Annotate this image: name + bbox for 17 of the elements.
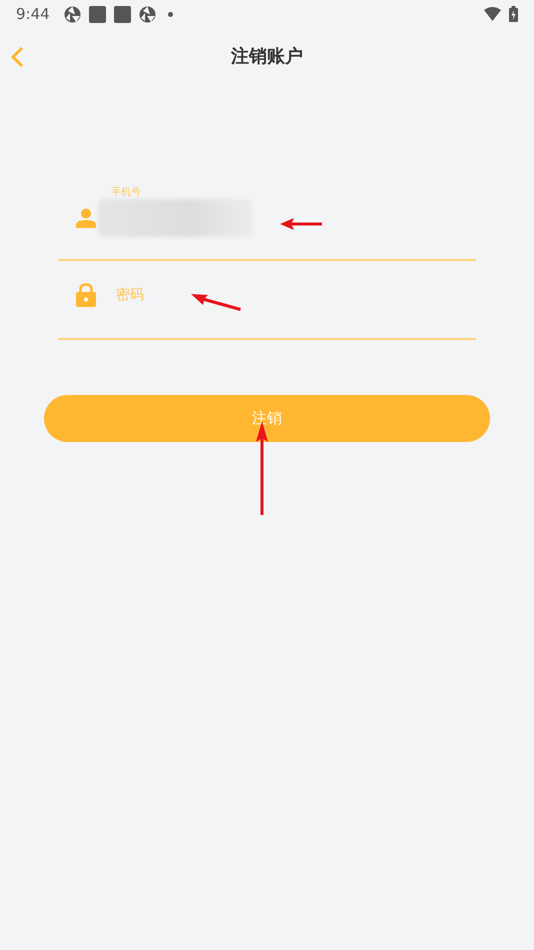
battery-icon bbox=[509, 6, 518, 22]
field-label: 手机号 bbox=[111, 186, 141, 199]
page-title: 注销账户 bbox=[231, 45, 303, 68]
dot-icon bbox=[168, 12, 173, 16]
deregister-button[interactable]: 注销 bbox=[44, 395, 490, 442]
annotation-arrow bbox=[278, 217, 324, 231]
annotation-arrow bbox=[190, 292, 242, 312]
aperture-icon bbox=[138, 6, 156, 22]
status-time: 9:44 bbox=[16, 5, 50, 23]
aperture-icon bbox=[64, 6, 81, 22]
square-icon bbox=[114, 6, 131, 22]
wifi-icon bbox=[484, 7, 501, 21]
password-field[interactable]: 密码 bbox=[116, 287, 376, 303]
back-icon bbox=[10, 46, 24, 68]
square-icon bbox=[88, 6, 106, 22]
person-icon bbox=[76, 208, 96, 228]
lock-icon bbox=[76, 283, 96, 307]
